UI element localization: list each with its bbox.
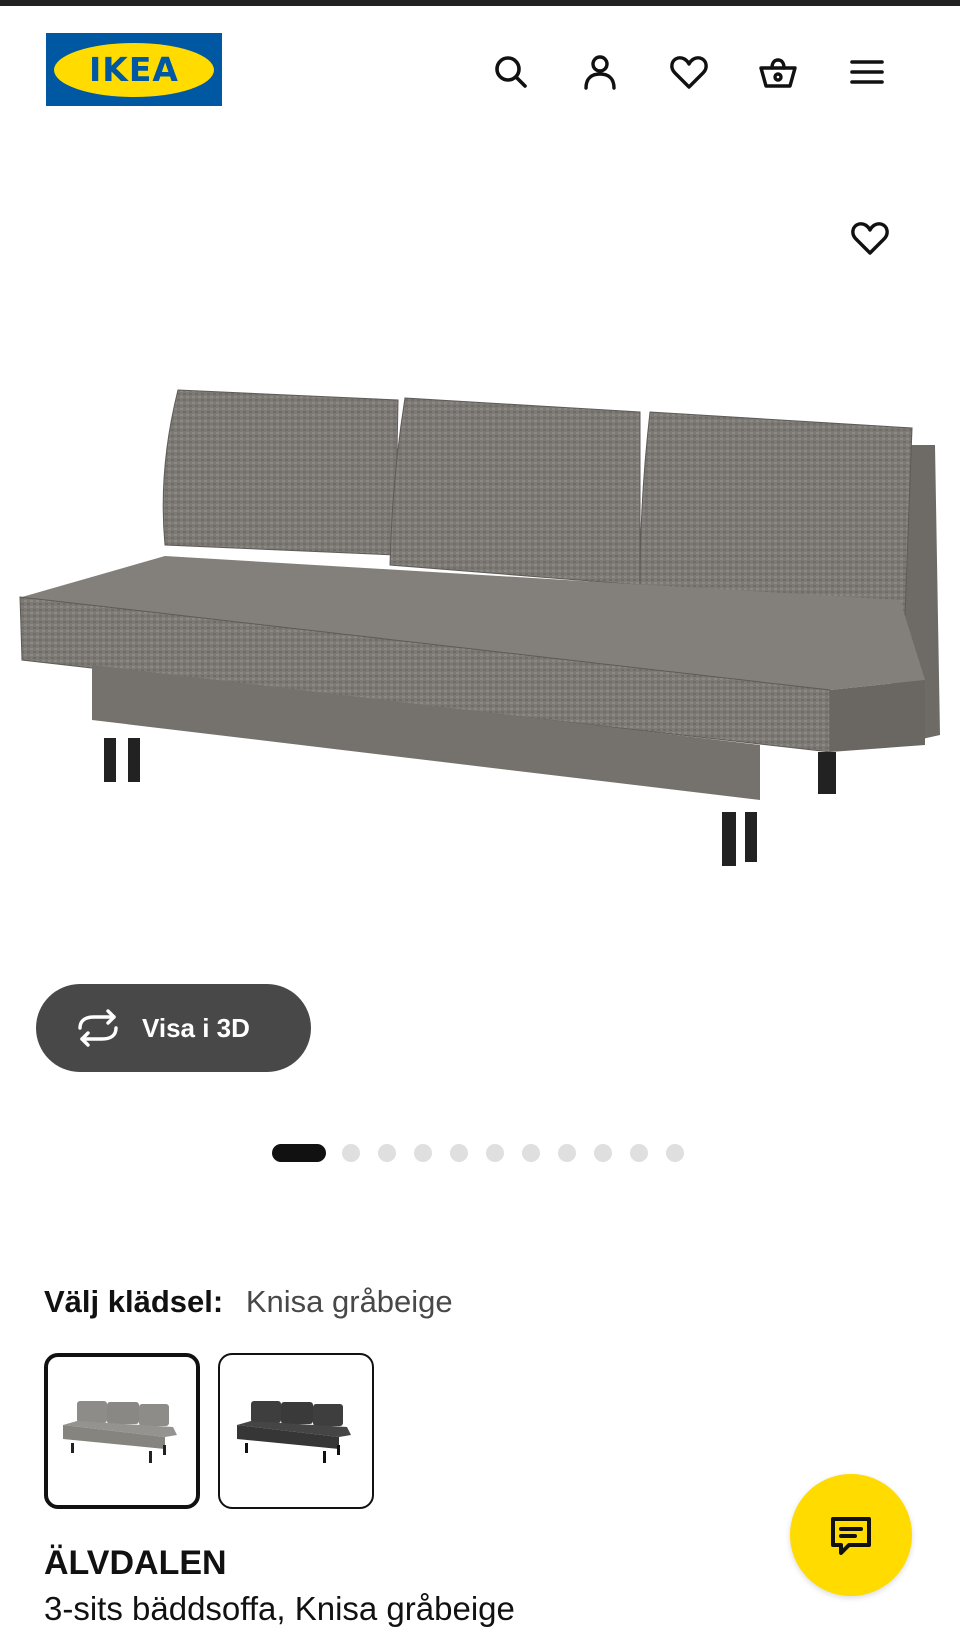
carousel-dot[interactable] — [414, 1144, 432, 1162]
product-name: ÄLVDALEN — [44, 1544, 227, 1582]
logo-oval: IKEA — [54, 42, 214, 97]
basket-icon[interactable] — [754, 48, 802, 96]
carousel-pagination — [272, 1143, 702, 1163]
carousel-dot[interactable] — [666, 1144, 684, 1162]
fabric-swatch-dark-grey[interactable] — [218, 1353, 374, 1509]
favorite-heart-icon[interactable] — [846, 214, 894, 262]
view-3d-label: Visa i 3D — [142, 1013, 250, 1043]
carousel-dot[interactable] — [558, 1144, 576, 1162]
menu-icon[interactable] — [843, 48, 891, 96]
fabric-selected-value: Knisa gråbeige — [245, 1284, 453, 1319]
chat-icon — [831, 1517, 871, 1555]
view-3d-button[interactable]: Visa i 3D — [36, 984, 311, 1072]
carousel-dot[interactable] — [630, 1144, 648, 1162]
carousel-dot[interactable] — [486, 1144, 504, 1162]
heart-icon[interactable] — [665, 48, 713, 96]
product-image-sofa[interactable] — [0, 130, 960, 990]
site-header: IKEA — [0, 6, 960, 126]
carousel-dot[interactable] — [342, 1144, 360, 1162]
carousel-dot[interactable] — [450, 1144, 468, 1162]
carousel-dot[interactable] — [378, 1144, 396, 1162]
chat-button[interactable] — [790, 1474, 912, 1596]
fabric-swatch-grey-beige[interactable] — [44, 1353, 200, 1509]
carousel-dot[interactable] — [594, 1144, 612, 1162]
search-icon[interactable] — [487, 48, 535, 96]
fabric-selector-row: Välj klädsel: Knisa gråbeige — [44, 1284, 453, 1320]
product-description: 3-sits bäddsoffa, Knisa gråbeige — [44, 1590, 515, 1627]
carousel-dot-active[interactable] — [272, 1144, 326, 1162]
account-icon[interactable] — [576, 48, 624, 96]
carousel-dot[interactable] — [522, 1144, 540, 1162]
logo-text: IKEA — [89, 50, 179, 89]
rotate-3d-icon — [78, 1009, 118, 1047]
ikea-logo[interactable]: IKEA — [46, 33, 222, 106]
fabric-label: Välj klädsel: — [44, 1284, 224, 1319]
